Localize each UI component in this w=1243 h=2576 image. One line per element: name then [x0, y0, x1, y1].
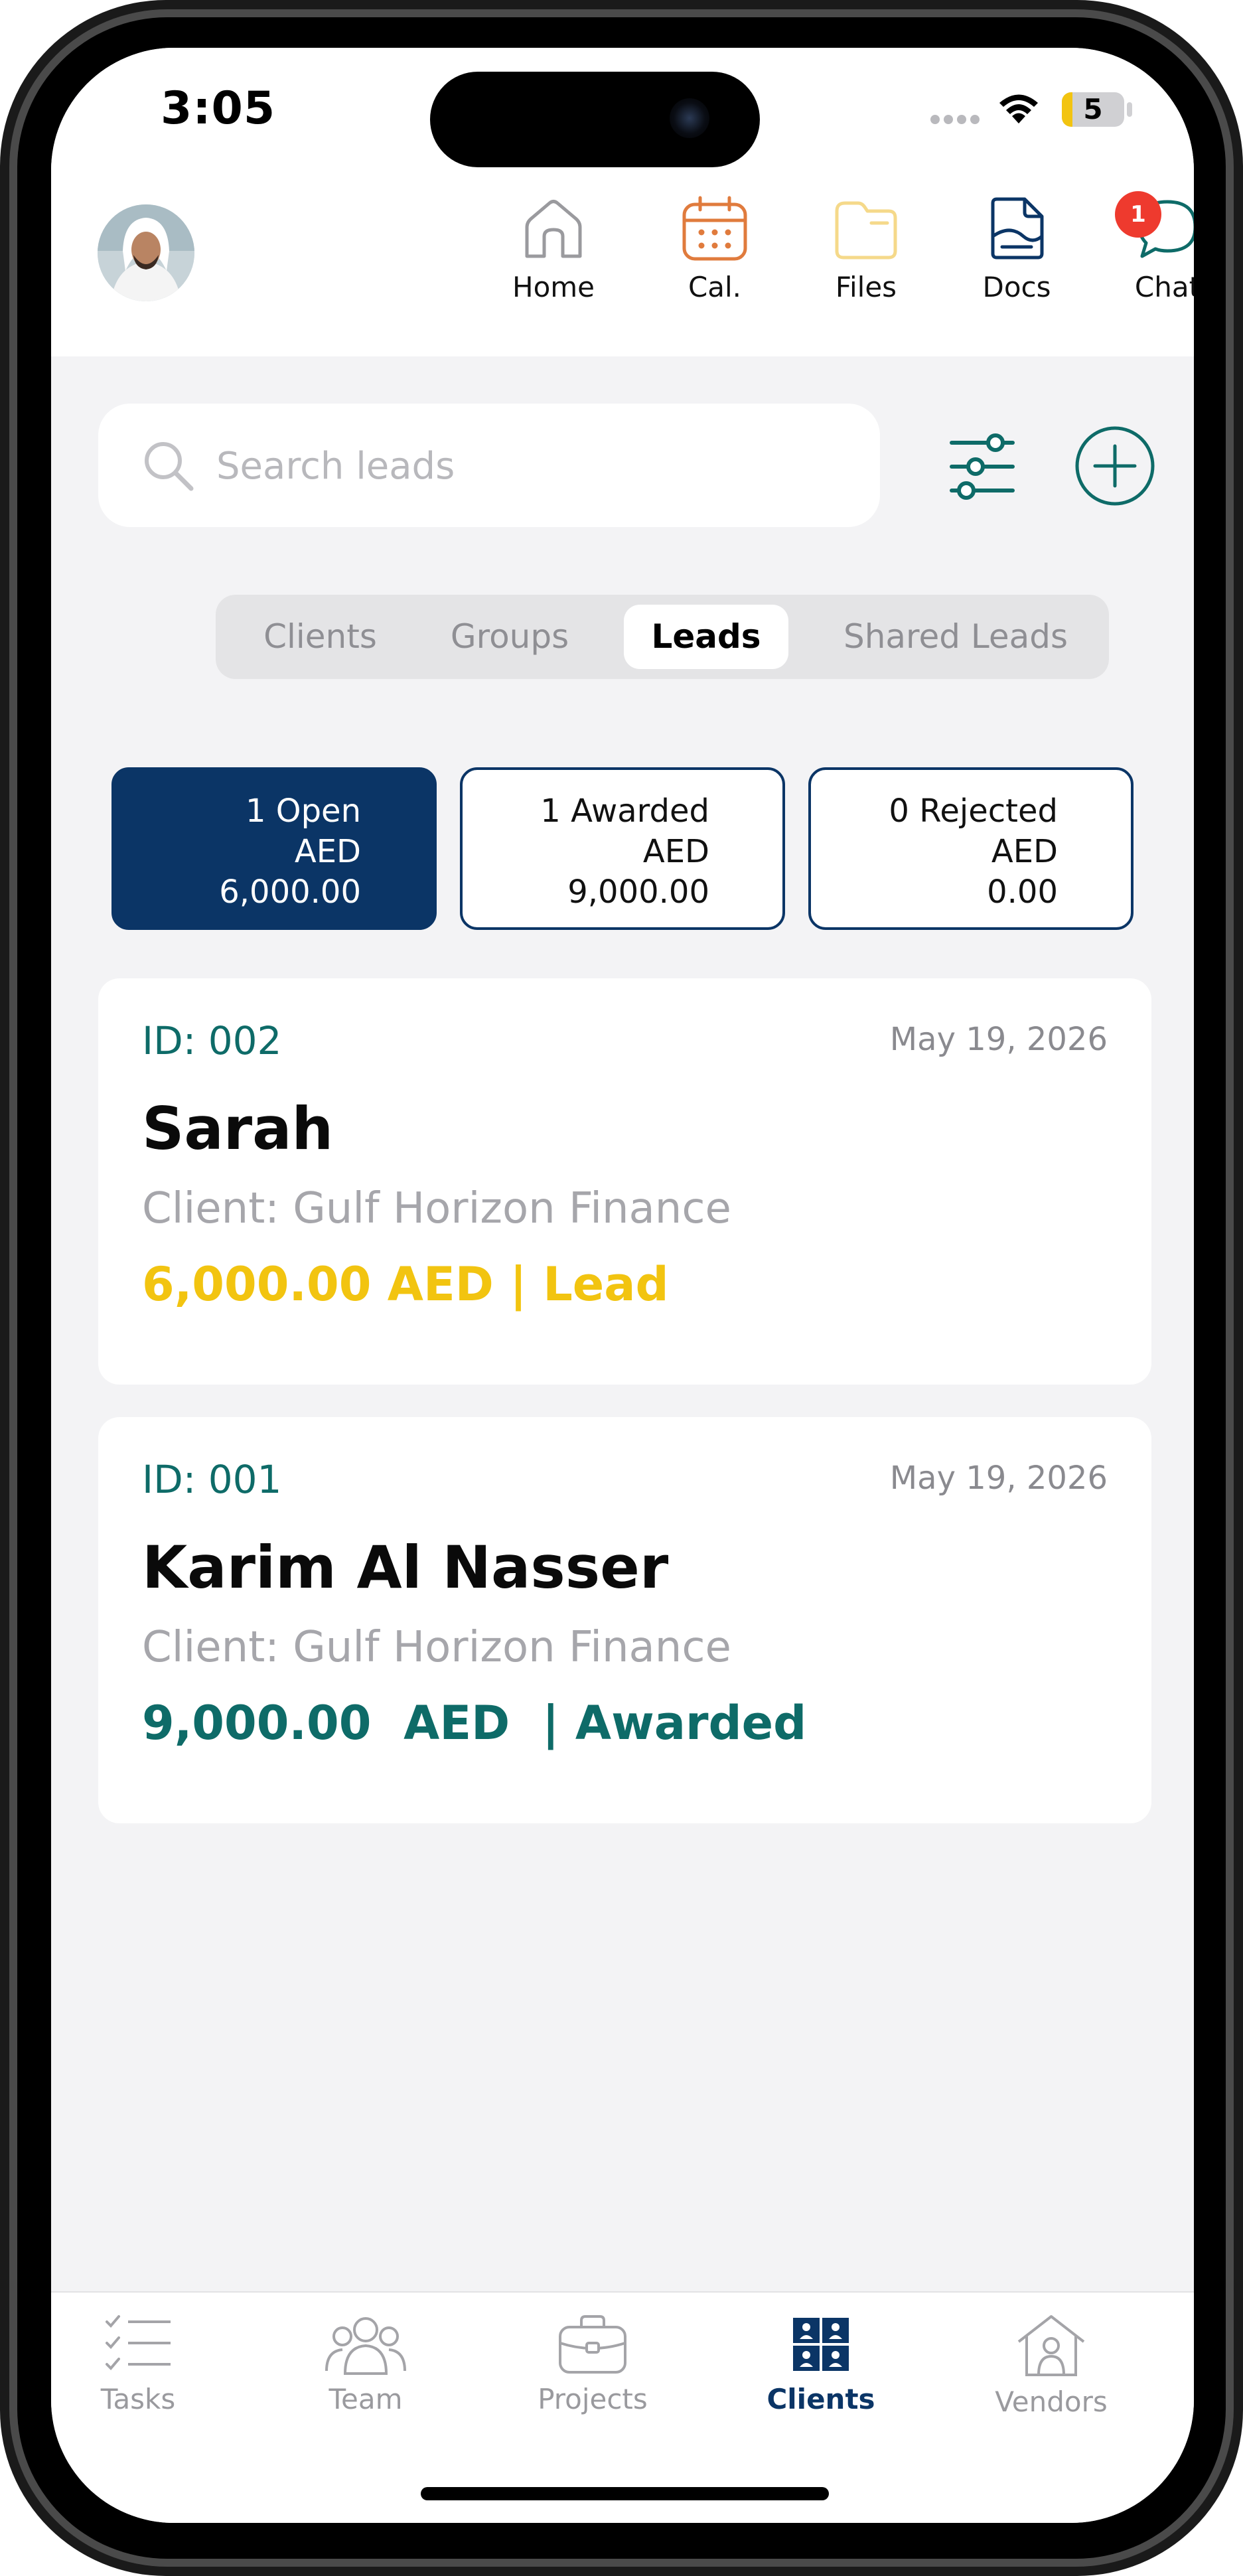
segment-shared-leads[interactable]: Shared Leads: [820, 605, 1092, 669]
tab-projects-label: Projects: [538, 2383, 648, 2415]
stat-rejected-currency: AED: [991, 833, 1058, 870]
stat-rejected[interactable]: 0 Rejected AED 0.00: [808, 767, 1133, 930]
folder-icon: [835, 201, 897, 260]
stat-rejected-count: 0 Rejected: [889, 793, 1058, 830]
tab-team-label: Team: [329, 2383, 403, 2415]
document-icon: [991, 197, 1044, 260]
home-icon: [525, 200, 582, 258]
nav-home-label: Home: [512, 271, 595, 303]
tab-clients[interactable]: Clients: [741, 2312, 901, 2415]
stat-awarded-count: 1 Awarded: [540, 793, 709, 830]
tab-team[interactable]: Team: [286, 2312, 445, 2415]
nav-docs[interactable]: Docs: [964, 195, 1070, 303]
profile-avatar[interactable]: [98, 204, 194, 301]
lead-name: Karim Al Nasser: [142, 1533, 669, 1602]
stat-awarded[interactable]: 1 Awarded AED 9,000.00: [460, 767, 785, 930]
status-time: 3:05: [161, 82, 276, 135]
stat-rejected-amount: 0.00: [987, 873, 1058, 911]
camera-icon: [670, 98, 709, 138]
battery-level: 5: [1083, 93, 1103, 125]
signal-icon: [930, 114, 984, 127]
lead-amount-status: 9,000.00 AED | Awarded: [142, 1696, 807, 1750]
stat-open-count: 1 Open: [246, 793, 361, 830]
search-field[interactable]: [98, 404, 880, 527]
tab-vendors-label: Vendors: [995, 2386, 1108, 2418]
search-icon: [145, 442, 194, 491]
nav-docs-label: Docs: [982, 271, 1051, 303]
lead-client: Client: Gulf Horizon Finance: [142, 1184, 731, 1233]
stat-awarded-currency: AED: [642, 833, 709, 870]
segment-control: Clients Groups Leads Shared Leads: [216, 595, 1109, 679]
stat-open[interactable]: 1 Open AED 6,000.00: [111, 767, 437, 930]
stat-awarded-amount: 9,000.00: [567, 873, 709, 911]
battery-cap: [1127, 102, 1132, 117]
team-icon: [325, 2317, 406, 2375]
chat-unread-badge: 1: [1115, 191, 1161, 238]
calendar-icon: [682, 196, 747, 261]
tab-projects[interactable]: Projects: [513, 2312, 672, 2415]
nav-files[interactable]: Files: [813, 195, 919, 303]
lead-date: May 19, 2026: [889, 1021, 1108, 1058]
battery-icon: 5: [1062, 92, 1124, 127]
lead-name: Sarah: [142, 1095, 334, 1163]
home-indicator: [421, 2487, 829, 2500]
nav-calendar[interactable]: Cal.: [662, 195, 768, 303]
tasks-icon: [106, 2315, 171, 2370]
nav-chat-label: Chat: [1134, 271, 1194, 303]
tab-vendors[interactable]: Vendors: [972, 2312, 1131, 2418]
lead-client: Client: Gulf Horizon Finance: [142, 1623, 731, 1672]
lead-id: ID: 001: [142, 1457, 282, 1502]
app-screen: 3:05 5 Home Cal. Files Docs Chat 1 Searc…: [51, 48, 1194, 2523]
search-input[interactable]: [215, 441, 815, 491]
briefcase-icon: [559, 2315, 626, 2374]
segment-clients[interactable]: Clients: [246, 605, 395, 669]
clients-icon: [793, 2318, 849, 2371]
segment-groups[interactable]: Groups: [430, 605, 589, 669]
wifi-icon: [999, 94, 1038, 123]
lead-card[interactable]: ID: 001 May 19, 2026 Karim Al Nasser Cli…: [98, 1417, 1151, 1823]
lead-id: ID: 002: [142, 1018, 282, 1063]
filter-sliders-icon[interactable]: [942, 427, 1022, 506]
nav-calendar-label: Cal.: [688, 271, 742, 303]
top-bar: 3:05 5 Home Cal. Files Docs Chat 1: [51, 48, 1194, 356]
lead-card[interactable]: ID: 002 May 19, 2026 Sarah Client: Gulf …: [98, 978, 1151, 1385]
segment-leads[interactable]: Leads: [624, 605, 788, 669]
avatar-image: [98, 204, 194, 301]
tab-tasks-label: Tasks: [100, 2383, 176, 2415]
tab-tasks[interactable]: Tasks: [58, 2312, 218, 2415]
lead-amount-status: 6,000.00 AED | Lead: [142, 1257, 669, 1312]
add-lead-button[interactable]: [1074, 425, 1156, 507]
tab-clients-label: Clients: [767, 2383, 875, 2415]
stat-open-amount: 6,000.00: [219, 873, 361, 911]
vendors-icon: [1017, 2315, 1085, 2376]
lead-date: May 19, 2026: [889, 1460, 1108, 1497]
stat-open-currency: AED: [294, 833, 361, 870]
nav-files-label: Files: [835, 271, 897, 303]
dynamic-island: [430, 72, 760, 167]
nav-home[interactable]: Home: [500, 195, 607, 303]
